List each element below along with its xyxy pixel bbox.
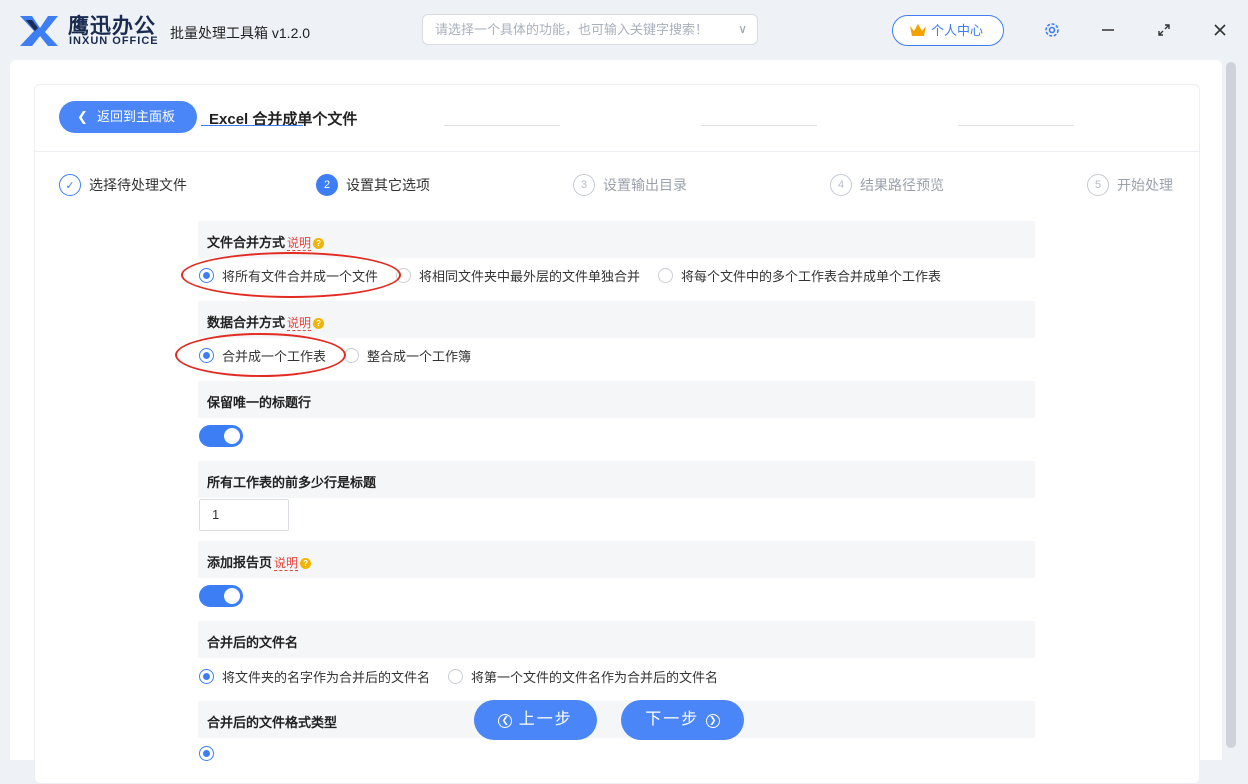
settings-gear-icon[interactable] (1040, 18, 1064, 42)
app-title: 批量处理工具箱 v1.2.0 (170, 25, 311, 41)
radio-dot[interactable] (199, 669, 214, 684)
back-button-label: 返回到主面板 (97, 109, 176, 124)
step-5: 5 开始处理 (1087, 173, 1173, 197)
step-number: 3 (573, 174, 595, 196)
step-connector (701, 125, 817, 126)
prev-step-button[interactable]: ❮ 上一步 (474, 700, 597, 740)
radio-dot[interactable] (658, 268, 674, 283)
back-to-home-button[interactable]: ❮ 返回到主面板 (59, 101, 197, 133)
section-title: 合并后的文件格式类型 (207, 715, 338, 730)
file-format-section-title: 合并后的文件格式类型 (198, 701, 1035, 738)
help-icon[interactable]: ? (313, 238, 325, 249)
crown-icon (910, 24, 926, 36)
radio-dot[interactable] (199, 746, 214, 761)
step-4: 4 结果路径预览 (830, 173, 944, 197)
step-label: 选择待处理文件 (89, 177, 187, 193)
help-icon[interactable]: ? (300, 558, 312, 569)
keep-header-toggle[interactable] (199, 425, 243, 447)
step-label: 设置输出目录 (603, 177, 687, 193)
step-label: 设置其它选项 (346, 177, 430, 193)
prev-step-label: 上一步 (518, 711, 573, 728)
next-step-button[interactable]: 下一步 ❯ (621, 700, 744, 740)
report-page-toggle[interactable] (199, 585, 243, 607)
step-2: 2 设置其它选项 (316, 173, 430, 197)
chevron-left-circle-icon: ❮ (498, 714, 513, 728)
brand-name-en: INXUN OFFICE (69, 35, 159, 47)
chevron-right-circle-icon: ❯ (705, 714, 720, 728)
help-link[interactable]: 说明 (287, 316, 312, 331)
section-title: 保留唯一的标题行 (207, 395, 312, 410)
radio-label: 将相同文件夹中最外层的文件单独合并 (419, 269, 641, 284)
radio-merge-by-folder[interactable]: 将相同文件夹中最外层的文件单独合并 (396, 266, 640, 285)
radio-label: 将文件夹的名字作为合并后的文件名 (222, 670, 431, 685)
search-placeholder: 请选择一个具体的功能，也可输入关键字搜索！ (435, 22, 709, 37)
radio-one-workbook[interactable]: 整合成一个工作簿 (344, 346, 471, 365)
vertical-scrollbar[interactable] (1226, 62, 1236, 748)
step-connector (201, 125, 303, 126)
step-connector (958, 125, 1074, 126)
report-page-section-title: 添加报告页 说明? (198, 541, 1035, 578)
chevron-left-icon: ❮ (77, 109, 88, 124)
radio-folder-name[interactable]: 将文件夹的名字作为合并后的文件名 (199, 667, 430, 686)
radio-label: 将每个文件中的多个工作表合并成单个工作表 (681, 269, 942, 284)
data-merge-section-title: 数据合并方式 说明? (198, 301, 1035, 338)
maximize-icon[interactable] (1152, 18, 1176, 42)
section-title: 所有工作表的前多少行是标题 (207, 475, 377, 490)
search-input[interactable]: 请选择一个具体的功能，也可输入关键字搜索！ ∨ (422, 14, 758, 45)
step-connector (444, 125, 560, 126)
radio-file-format[interactable] (199, 746, 222, 761)
highlight-ellipse (175, 333, 346, 377)
help-link[interactable]: 说明 (287, 236, 312, 251)
radio-first-file-name[interactable]: 将第一个文件的文件名作为合并后的文件名 (448, 667, 718, 686)
header-rows-section-title: 所有工作表的前多少行是标题 (198, 461, 1035, 498)
section-title: 合并后的文件名 (207, 635, 299, 650)
step-number: 4 (830, 174, 852, 196)
title-bar: 鹰迅办公 INXUN OFFICE 批量处理工具箱 v1.2.0 请选择一个具体… (0, 0, 1248, 60)
minimize-icon[interactable] (1096, 18, 1120, 42)
step-number: 5 (1087, 174, 1109, 196)
scrollbar-thumb[interactable] (1226, 62, 1236, 748)
user-center-label: 个人中心 (931, 23, 984, 38)
step-number: 2 (316, 174, 338, 196)
check-icon: ✓ (59, 174, 81, 196)
step-label: 开始处理 (1117, 177, 1173, 193)
file-name-options: 将文件夹的名字作为合并后的文件名 将第一个文件的文件名作为合并后的文件名 (199, 667, 736, 686)
radio-label: 将第一个文件的文件名作为合并后的文件名 (471, 670, 719, 685)
close-icon[interactable] (1208, 18, 1232, 42)
header-rows-input[interactable]: 1 (199, 499, 289, 531)
chevron-down-icon[interactable]: ∨ (738, 15, 747, 44)
radio-merge-sheets[interactable]: 将每个文件中的多个工作表合并成单个工作表 (658, 266, 941, 285)
header-divider (35, 151, 1199, 152)
step-label: 结果路径预览 (860, 177, 944, 193)
highlight-ellipse (181, 252, 401, 298)
help-icon[interactable]: ? (313, 318, 325, 329)
radio-dot[interactable] (448, 669, 464, 684)
radio-dot[interactable] (344, 348, 360, 363)
step-1: ✓ 选择待处理文件 (59, 173, 187, 197)
section-title: 文件合并方式 (207, 235, 286, 250)
file-name-section-title: 合并后的文件名 (198, 621, 1035, 658)
user-center-button[interactable]: 个人中心 (892, 15, 1004, 46)
radio-label: 整合成一个工作簿 (367, 349, 472, 364)
section-title: 添加报告页 (207, 555, 273, 570)
inxun-logo-icon (20, 16, 58, 46)
keep-header-section-title: 保留唯一的标题行 (198, 381, 1035, 418)
help-link[interactable]: 说明 (274, 556, 299, 571)
step-3: 3 设置输出目录 (573, 173, 687, 197)
section-title: 数据合并方式 (207, 315, 286, 330)
file-format-options-peek (199, 746, 240, 761)
next-step-label: 下一步 (645, 711, 700, 728)
